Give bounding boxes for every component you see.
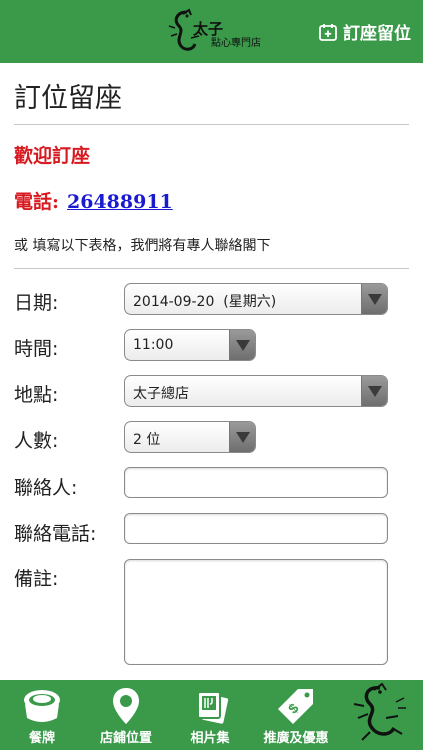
page-title: 訂位留座	[14, 83, 122, 114]
phone-row: 電話: 26488911	[14, 187, 173, 214]
tab-store-location-label: 店鋪位置	[99, 731, 152, 746]
chevron-down-icon[interactable]	[229, 330, 255, 360]
chevron-down-icon[interactable]	[229, 422, 255, 452]
app-header: 太子 點心專門店 訂座留位	[0, 0, 423, 63]
location-value: 太子總店	[133, 386, 189, 402]
tab-store-location[interactable]: 店鋪位置	[84, 680, 168, 750]
calendar-plus-icon	[319, 23, 337, 41]
brand-logo: 太子 點心專門店	[165, 8, 275, 54]
photo-gallery-icon	[197, 691, 229, 724]
chevron-down-icon[interactable]	[361, 376, 387, 406]
price-tag-icon: $	[278, 689, 313, 724]
reservation-button[interactable]: 訂座留位	[319, 19, 411, 44]
date-label: 日期:	[14, 292, 59, 314]
time-value: 11:00	[133, 337, 174, 353]
divider	[14, 268, 409, 269]
welcome-heading: 歡迎訂座	[14, 145, 91, 167]
contact-phone-label: 聯絡電話:	[14, 523, 97, 545]
divider	[14, 124, 409, 125]
tab-photo-gallery[interactable]: 相片集	[168, 680, 252, 750]
remarks-label: 備註:	[14, 568, 59, 590]
logo-text-secondary: 點心專門店	[211, 38, 261, 49]
tab-menu-label: 餐牌	[28, 731, 55, 746]
location-label: 地點:	[14, 384, 59, 406]
contact-name-input[interactable]	[124, 467, 388, 498]
people-value: 2 位	[133, 432, 161, 448]
remarks-textarea[interactable]	[124, 559, 388, 665]
phone-label: 電話:	[14, 191, 60, 213]
tab-promotions[interactable]: $ 推廣及優惠	[252, 680, 340, 750]
contact-label: 聯絡人:	[14, 477, 78, 499]
tab-photo-gallery-label: 相片集	[190, 731, 230, 746]
time-select[interactable]: 11:00	[124, 329, 256, 361]
time-label: 時間:	[14, 338, 59, 360]
chevron-down-icon[interactable]	[361, 284, 387, 314]
contact-phone-input[interactable]	[124, 513, 388, 544]
date-select[interactable]: 2014-09-20 (星期六)	[124, 283, 388, 315]
dragon-emblem	[340, 682, 420, 748]
form-instruction: 或 填寫以下表格，我們將有專人聯絡閣下	[14, 238, 271, 254]
dumpling-basket-icon	[24, 690, 60, 722]
reservation-button-label: 訂座留位	[343, 24, 411, 44]
dragon-emblem-icon	[353, 682, 406, 741]
tab-promotions-label: 推廣及優惠	[263, 731, 329, 746]
people-select[interactable]: 2 位	[124, 421, 256, 453]
map-pin-icon	[113, 688, 139, 724]
people-label: 人數:	[14, 430, 59, 452]
bottom-tab-bar: 餐牌 店鋪位置 相片集 $ 推廣及優惠	[0, 680, 423, 750]
location-select[interactable]: 太子總店	[124, 375, 388, 407]
date-value: 2014-09-20 (星期六)	[133, 294, 277, 310]
phone-number-link[interactable]: 26488911	[67, 191, 173, 213]
tab-menu[interactable]: 餐牌	[0, 680, 84, 750]
